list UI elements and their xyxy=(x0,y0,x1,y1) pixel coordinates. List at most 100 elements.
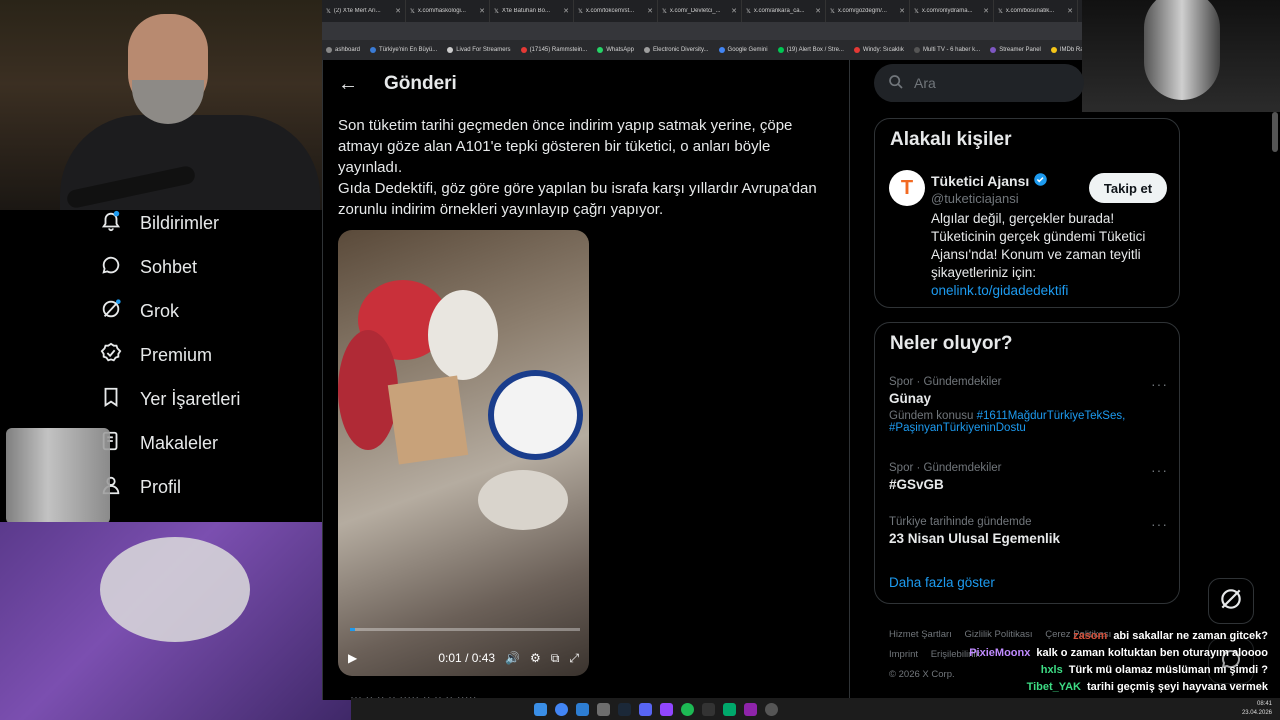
footer-link-imprint[interactable]: Imprint xyxy=(889,649,918,660)
post-video[interactable] xyxy=(338,230,589,676)
pip-icon[interactable]: ⧉ xyxy=(551,651,560,666)
search-placeholder: Ara xyxy=(914,75,936,91)
bookmark-label: Windy: Sıcaklık xyxy=(862,47,904,53)
twitch-icon[interactable] xyxy=(660,702,673,716)
app-icon[interactable] xyxy=(744,702,757,716)
video-progress-bar[interactable] xyxy=(350,628,580,631)
tab-close-icon[interactable]: ✕ xyxy=(983,7,989,15)
bookmark-item[interactable]: IMDb Ratings xyxy=(1050,47,1082,53)
bookmark-item[interactable]: Türkiye'nin En Büyü... xyxy=(370,47,437,53)
windows-start-icon[interactable] xyxy=(534,702,547,716)
chat-message: Tibet_YAK tarihi geçmiş şeyi hayvana verm… xyxy=(940,679,1280,696)
bookmark-item[interactable]: ashboard xyxy=(326,47,360,53)
windows-taskbar: 08:41 23.04.2026 xyxy=(351,698,1280,720)
browser-tab-label: x.com/gozdegm/... xyxy=(837,8,887,14)
bookmark-label: Türkiye'nin En Büyü... xyxy=(379,47,438,53)
x-logo-icon: 𝕏 xyxy=(578,8,583,15)
browser-tab-label: x.com/onlydrama... xyxy=(921,8,973,14)
account-avatar[interactable]: T xyxy=(889,170,925,206)
tab-close-icon[interactable]: ✕ xyxy=(647,7,653,15)
tab-close-icon[interactable]: ✕ xyxy=(731,7,737,15)
trend-item[interactable]: Spor · Gündemdekiler #GSvGB xyxy=(889,462,1169,492)
browser-tab[interactable]: 𝕏 X'te Batuhan Bo... ✕ xyxy=(490,0,574,22)
browser-tab[interactable]: 𝕏x.com/bosunatik... ✕ xyxy=(994,0,1078,22)
bookmark-item[interactable]: (19) Alert Box / Stre... xyxy=(777,47,844,53)
video-time: 0:01 / 0:43 xyxy=(438,651,496,665)
bookmark-label: ashboard xyxy=(335,47,361,53)
spotify-icon[interactable] xyxy=(681,702,694,716)
browser-tab-bar: 𝕏 (2) X'te Mert Arı... ✕ 𝕏x.com/haskologi..… xyxy=(322,0,1082,22)
browser-tab[interactable]: 𝕏x.com/_Devletci_... ✕ xyxy=(658,0,742,22)
x-logo-icon: 𝕏 xyxy=(746,8,751,15)
show-more-link[interactable]: Daha fazla göster xyxy=(889,575,995,590)
volume-icon[interactable]: 🔊 xyxy=(505,651,520,665)
tab-close-icon[interactable]: ✕ xyxy=(563,7,569,15)
chat-username: hxls xyxy=(1040,664,1063,676)
sidebar-item-label: Premium xyxy=(140,345,213,365)
video-controls: ▶ 0:01 / 0:43 🔊 ⚙ ⧉ ⤢ xyxy=(338,640,589,676)
app-icon[interactable] xyxy=(597,702,610,716)
tab-close-icon[interactable]: ✕ xyxy=(395,7,401,15)
bookmark-item[interactable]: WhatsApp xyxy=(597,47,634,53)
steam-icon[interactable] xyxy=(618,702,631,716)
sidebar-item-bookmarks[interactable]: Yer İşaretleri xyxy=(100,386,240,413)
tab-close-icon[interactable]: ✕ xyxy=(899,7,905,15)
tab-close-icon[interactable]: ✕ xyxy=(479,7,485,15)
browser-tab[interactable]: 𝕏x.com/tokcem/st... ✕ xyxy=(574,0,658,22)
browser-tab[interactable]: 𝕏x.com/gozdegm/... ✕ xyxy=(826,0,910,22)
epic-games-icon[interactable] xyxy=(702,702,715,716)
more-options-icon[interactable]: ··· xyxy=(1151,462,1168,478)
sidebar-item-notifications[interactable]: Bildirimler xyxy=(100,210,219,237)
bookmark-label: Electronic Diversity... xyxy=(652,47,709,53)
app-icon[interactable] xyxy=(576,702,589,716)
system-tray-clock[interactable]: 08:41 23.04.2026 xyxy=(1242,700,1272,718)
tab-close-icon[interactable]: ✕ xyxy=(1067,7,1073,15)
post-text-paragraph-2: Gıda Dedektifi, göz göre göre yapılan bu… xyxy=(338,180,817,218)
bookmark-item[interactable]: Streamer Panel xyxy=(990,47,1041,53)
search-box[interactable]: Ara xyxy=(874,64,1084,102)
bookmark-item[interactable]: (17145) Rammstein... xyxy=(520,47,587,53)
play-icon[interactable]: ▶ xyxy=(348,651,357,665)
bookmark-item[interactable]: Multi TV - 6 haber k... xyxy=(913,47,980,53)
chat-message: zasom abi sakallar ne zaman gitcek? xyxy=(940,628,1280,645)
bookmark-item[interactable]: Windy: Sıcaklık xyxy=(853,47,904,53)
bookmark-label: WhatsApp xyxy=(606,47,634,53)
grok-floating-button[interactable] xyxy=(1208,578,1254,624)
bookmark-label: Streamer Panel xyxy=(999,47,1041,53)
browser-tab[interactable]: 𝕏x.com/haskologi... ✕ xyxy=(406,0,490,22)
app-icon[interactable] xyxy=(765,702,778,716)
discord-icon[interactable] xyxy=(639,702,652,716)
tab-close-icon[interactable]: ✕ xyxy=(815,7,821,15)
sidebar-item-grok[interactable]: Grok xyxy=(100,298,179,325)
trend-name: #GSvGB xyxy=(889,477,944,492)
fullscreen-icon[interactable]: ⤢ xyxy=(569,651,579,666)
settings-gear-icon[interactable]: ⚙ xyxy=(530,651,541,665)
bookmark-item[interactable]: Livad For Streamers xyxy=(447,47,511,53)
app-icon[interactable] xyxy=(723,702,736,716)
account-bio-link[interactable]: onelink.to/gidadedektifi xyxy=(931,282,1171,300)
sidebar-item-chat[interactable]: Sohbet xyxy=(100,254,197,281)
browser-tab-label: x.com/ankara_ca... xyxy=(753,8,805,14)
chat-text: kalk o zaman koltuktan ben oturayım aloo… xyxy=(1036,647,1268,659)
trend-item[interactable]: Türkiye tarihinde gündemde 23 Nisan Ulus… xyxy=(889,516,1169,546)
chrome-icon[interactable] xyxy=(555,702,568,716)
browser-tab[interactable]: 𝕏x.com/ankara_ca... ✕ xyxy=(742,0,826,22)
bookmark-item[interactable]: Google Gemini xyxy=(718,47,768,53)
more-options-icon[interactable]: ··· xyxy=(1151,376,1168,392)
follow-button[interactable]: Takip et xyxy=(1089,173,1167,203)
page-scrollbar[interactable] xyxy=(1272,112,1278,152)
trend-item[interactable]: Spor · Gündemdekiler Günay Gündem konusu… xyxy=(889,376,1169,434)
sidebar-item-profile[interactable]: Profil xyxy=(100,474,181,501)
account-name-row[interactable]: Tüketici Ajansı xyxy=(931,172,1048,190)
sidebar-item-articles[interactable]: Makaleler xyxy=(100,430,218,457)
chat-username: Tibet_YAK xyxy=(1026,681,1081,693)
browser-tab-label: x.com/haskologi... xyxy=(417,8,466,14)
back-arrow-icon[interactable]: ← xyxy=(338,73,358,96)
more-options-icon[interactable]: ··· xyxy=(1151,516,1168,532)
browser-tab[interactable]: 𝕏 (2) X'te Mert Arı... ✕ xyxy=(322,0,406,22)
browser-tab[interactable]: 𝕏x.com/onlydrama... ✕ xyxy=(910,0,994,22)
browser-address-bar[interactable] xyxy=(322,22,1082,40)
sidebar-item-premium[interactable]: Premium xyxy=(100,342,212,369)
bookmark-item[interactable]: Electronic Diversity... xyxy=(643,47,709,53)
chat-bubble-icon xyxy=(100,254,122,281)
